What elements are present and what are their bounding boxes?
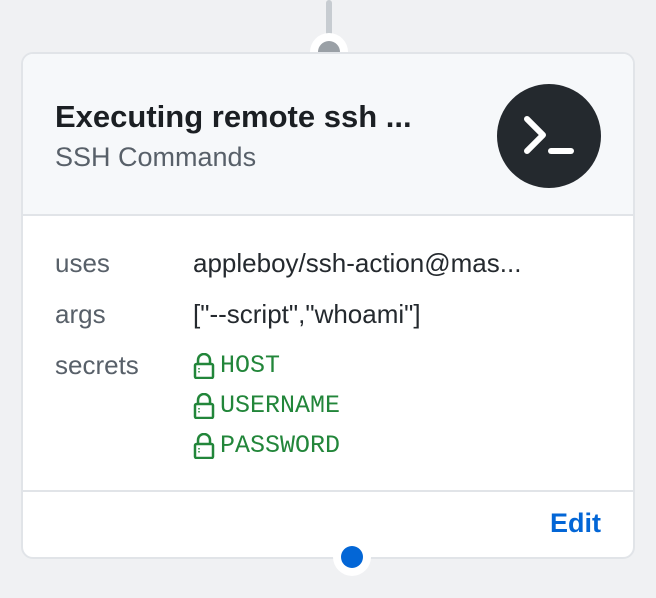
card-header: Executing remote ssh ... SSH Commands	[23, 54, 633, 216]
uses-row: uses appleboy/ssh-action@mas...	[55, 244, 601, 283]
args-label: args	[55, 295, 193, 334]
secret-name: PASSWORD	[220, 426, 340, 466]
args-row: args ["--script","whoami"]	[55, 295, 601, 334]
workflow-step-card: Executing remote ssh ... SSH Commands us…	[21, 52, 635, 559]
terminal-badge	[497, 84, 601, 188]
edit-button[interactable]: Edit	[550, 508, 601, 539]
secret-item: PASSWORD	[193, 426, 601, 466]
secrets-row: secrets HOST USERNAME	[55, 346, 601, 466]
step-subtitle: SSH Commands	[55, 141, 481, 173]
uses-value: appleboy/ssh-action@mas...	[193, 244, 601, 283]
lock-icon	[193, 353, 215, 379]
workflow-node-bottom-connector	[333, 538, 371, 576]
secret-item: HOST	[193, 346, 601, 386]
workflow-node-bottom-dot	[341, 546, 363, 568]
uses-label: uses	[55, 244, 193, 283]
secret-name: USERNAME	[220, 386, 340, 426]
step-title: Executing remote ssh ...	[55, 98, 481, 135]
lock-icon	[193, 433, 215, 459]
secret-item: USERNAME	[193, 386, 601, 426]
card-footer: Edit	[23, 490, 633, 557]
secrets-label: secrets	[55, 346, 193, 385]
args-value: ["--script","whoami"]	[193, 295, 601, 334]
secrets-list: HOST USERNAME PASSWORD	[193, 346, 601, 466]
card-body: uses appleboy/ssh-action@mas... args ["-…	[23, 216, 633, 490]
terminal-icon	[521, 113, 577, 159]
lock-icon	[193, 393, 215, 419]
secret-name: HOST	[220, 346, 280, 386]
header-text: Executing remote ssh ... SSH Commands	[55, 98, 497, 174]
